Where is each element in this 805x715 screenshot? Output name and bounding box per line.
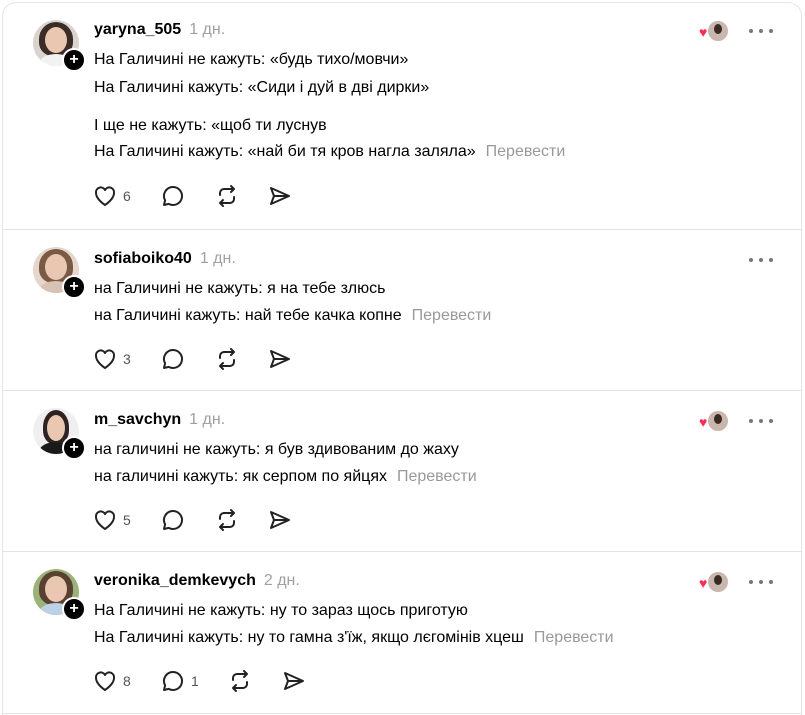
like-count: 6 <box>123 188 131 204</box>
more-options-icon[interactable] <box>749 23 773 39</box>
share-button[interactable] <box>268 507 292 533</box>
heart-filled-icon: ♥ <box>699 575 708 591</box>
repost-button[interactable] <box>228 668 252 694</box>
username[interactable]: sofiaboiko40 <box>94 250 192 267</box>
speech-bubble-icon <box>163 510 184 530</box>
heart-outline-icon <box>94 510 116 530</box>
username[interactable]: yaryna_505 <box>94 21 181 38</box>
more-options-icon[interactable] <box>749 252 773 268</box>
translate-link[interactable]: Перевести <box>397 468 477 485</box>
post-header: yaryna_505 1 дн. <box>94 21 225 39</box>
timestamp[interactable]: 1 дн. <box>200 250 236 267</box>
translate-link[interactable]: Перевести <box>534 629 614 646</box>
timestamp[interactable]: 1 дн. <box>189 21 225 38</box>
heart-filled-icon: ♥ <box>699 24 708 40</box>
send-plane-icon <box>270 350 290 368</box>
more-options-icon[interactable] <box>749 413 773 429</box>
translate-link[interactable]: Перевести <box>412 307 492 324</box>
post-text-line: На Галичині кажуть: «Сиди і дуй в дві ди… <box>94 79 430 96</box>
reply-button[interactable]: 1 <box>161 668 199 694</box>
like-count: 3 <box>123 351 131 367</box>
follow-plus-icon[interactable]: + <box>62 597 86 621</box>
post: + m_savchyn 1 дн. ♥ на галичині не кажуть… <box>3 391 801 551</box>
send-plane-icon <box>270 511 290 529</box>
post-text-line: на галичині не кажуть: я був здивованим … <box>94 441 459 458</box>
share-button[interactable] <box>268 346 292 372</box>
author-avatar-mini <box>707 410 729 432</box>
liked-by-author-indicator: ♥ <box>699 571 729 595</box>
post-header: sofiaboiko40 1 дн. <box>94 250 236 268</box>
post-text-line: І ще не кажуть: «щоб ти луснув <box>94 117 327 134</box>
share-button[interactable] <box>268 183 292 209</box>
speech-bubble-icon <box>163 671 184 691</box>
post-text-line: на Галичині не кажуть: я на тебе злюсь <box>94 280 386 297</box>
follow-plus-icon[interactable]: + <box>62 436 86 460</box>
more-options-icon[interactable] <box>749 574 773 590</box>
repost-button[interactable] <box>215 183 239 209</box>
username[interactable]: veronika_demkevych <box>94 572 256 589</box>
heart-outline-icon <box>94 186 116 206</box>
post-text-line: На Галичині кажуть: «най би тя кров нагл… <box>94 143 566 160</box>
speech-bubble-icon <box>163 186 184 206</box>
repost-arrows-icon <box>219 348 235 370</box>
like-button[interactable]: 3 <box>93 346 131 372</box>
reply-count: 1 <box>191 673 199 689</box>
send-plane-icon <box>284 672 304 690</box>
post-text-line: на галичині кажуть: як серпом по яйцях Пе… <box>94 468 477 485</box>
threads-reply-feed: + yaryna_505 1 дн. ♥ На Галичині не кажут… <box>2 2 802 715</box>
follow-plus-icon[interactable]: + <box>62 48 86 72</box>
like-count: 5 <box>123 512 131 528</box>
post: + sofiaboiko40 1 дн. на Галичині не кажут… <box>3 230 801 390</box>
heart-outline-icon <box>94 349 116 369</box>
like-button[interactable]: 6 <box>93 183 131 209</box>
post-text-line: на Галичині кажуть: най тебе качка копне… <box>94 307 492 324</box>
post-header: m_savchyn 1 дн. <box>94 411 225 429</box>
post-text-line: На Галичині кажуть: ну то гамна з'їж, як… <box>94 629 614 646</box>
heart-filled-icon: ♥ <box>699 414 708 430</box>
repost-arrows-icon <box>219 185 235 207</box>
speech-bubble-icon <box>163 349 184 369</box>
post-text-line: На Галичині не кажуть: «будь тихо/мовчи» <box>94 51 409 68</box>
timestamp[interactable]: 2 дн. <box>264 572 300 589</box>
translate-link[interactable]: Перевести <box>486 143 566 160</box>
author-avatar-mini <box>707 20 729 42</box>
liked-by-author-indicator: ♥ <box>699 20 729 44</box>
share-button[interactable] <box>282 668 306 694</box>
post-text-line: На Галичині не кажуть: ну то зараз щось … <box>94 602 468 619</box>
liked-by-author-indicator: ♥ <box>699 410 729 434</box>
repost-button[interactable] <box>215 507 239 533</box>
post: + veronika_demkevych 2 дн. ♥ На Галичині … <box>3 552 801 715</box>
reply-button[interactable] <box>161 507 185 533</box>
divider <box>3 713 801 714</box>
reply-button[interactable] <box>161 183 185 209</box>
heart-outline-icon <box>94 671 116 691</box>
repost-arrows-icon <box>232 670 248 692</box>
like-button[interactable]: 8 <box>93 668 131 694</box>
like-count: 8 <box>123 673 131 689</box>
post-header: veronika_demkevych 2 дн. <box>94 572 300 590</box>
repost-button[interactable] <box>215 346 239 372</box>
post: + yaryna_505 1 дн. ♥ На Галичині не кажут… <box>3 3 801 229</box>
repost-arrows-icon <box>219 509 235 531</box>
timestamp[interactable]: 1 дн. <box>189 411 225 428</box>
like-button[interactable]: 5 <box>93 507 131 533</box>
follow-plus-icon[interactable]: + <box>62 275 86 299</box>
reply-button[interactable] <box>161 346 185 372</box>
username[interactable]: m_savchyn <box>94 411 181 428</box>
send-plane-icon <box>270 187 290 205</box>
author-avatar-mini <box>707 571 729 593</box>
